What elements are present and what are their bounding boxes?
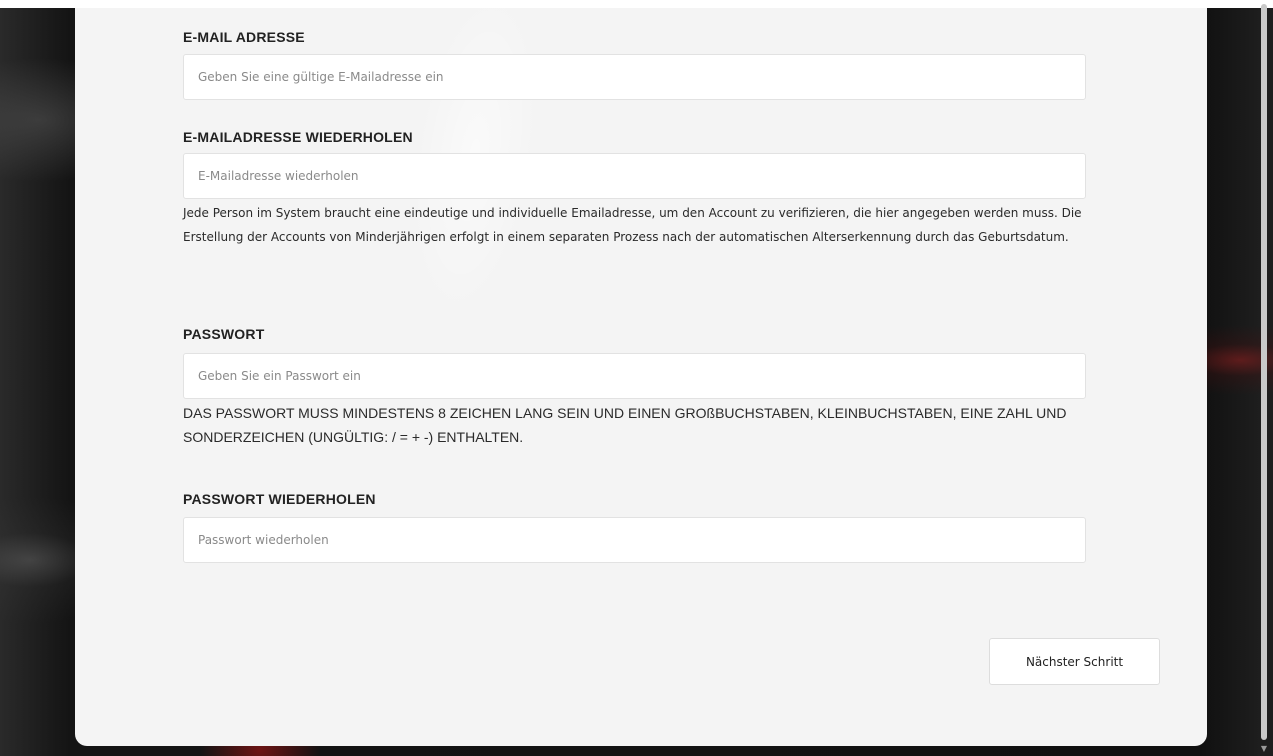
email-repeat-label: E-MAILADRESSE WIEDERHOLEN — [183, 129, 413, 145]
email-label: E-MAIL ADRESSE — [183, 29, 305, 45]
password-label: PASSWORT — [183, 326, 265, 342]
next-step-button[interactable]: Nächster Schritt — [989, 638, 1160, 685]
top-edge — [0, 0, 1273, 8]
password-repeat-input[interactable] — [183, 517, 1086, 563]
scrollbar-thumb[interactable] — [1261, 4, 1267, 740]
email-repeat-input[interactable] — [183, 153, 1086, 199]
email-help-text: Jede Person im System braucht eine einde… — [183, 206, 1082, 244]
page-scrollbar[interactable]: ▼ — [1258, 0, 1270, 756]
password-rules-text: DAS PASSWORT MUSS MINDESTENS 8 ZEICHEN L… — [183, 405, 1067, 445]
password-repeat-label: PASSWORT WIEDERHOLEN — [183, 491, 376, 507]
registration-form-card: E-MAIL ADRESSE E-MAILADRESSE WIEDERHOLEN… — [75, 8, 1207, 746]
password-input[interactable] — [183, 353, 1086, 399]
email-input[interactable] — [183, 54, 1086, 100]
scroll-down-arrow-icon[interactable]: ▼ — [1259, 744, 1269, 754]
